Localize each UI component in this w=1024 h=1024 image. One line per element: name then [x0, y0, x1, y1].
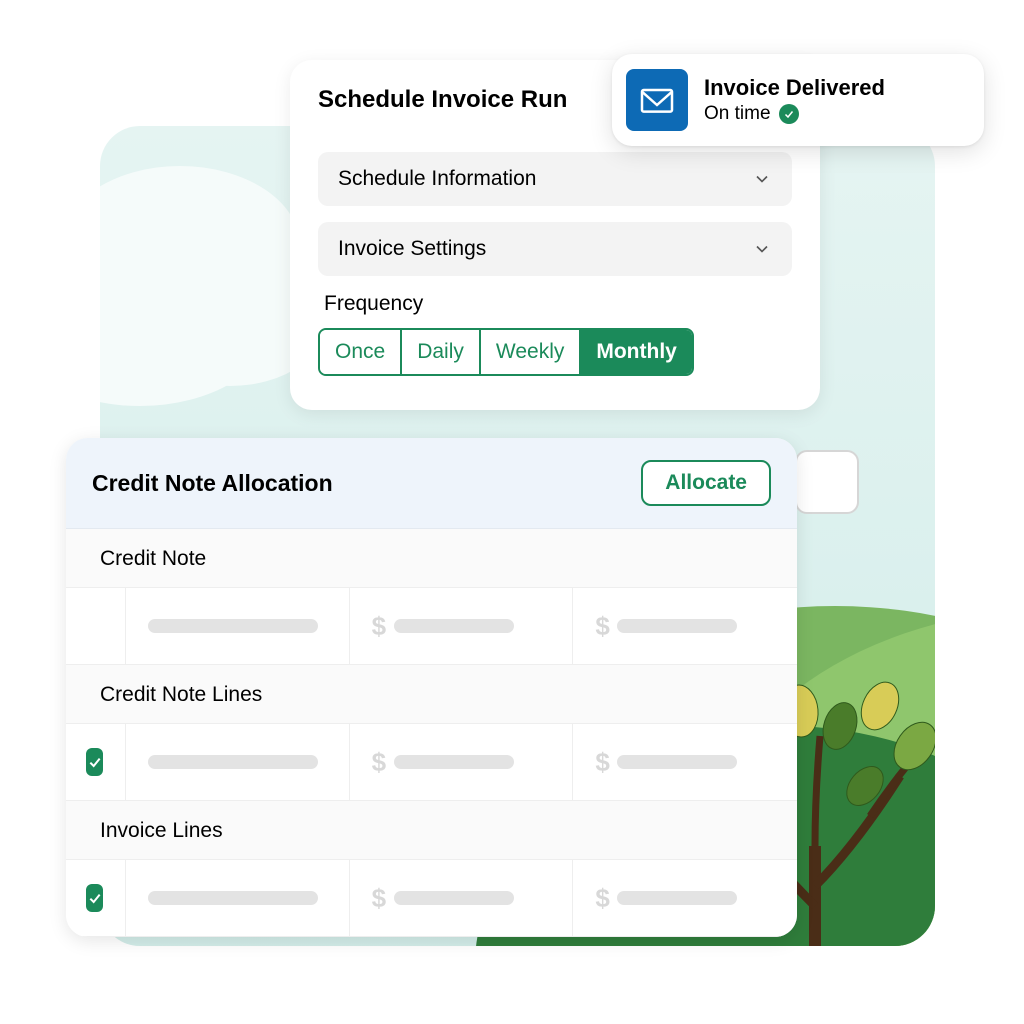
dollar-icon: $	[595, 615, 607, 637]
mail-icon	[626, 69, 688, 131]
row-lead-cell	[66, 588, 126, 664]
row-checkbox-cell[interactable]	[66, 724, 126, 800]
placeholder-cell	[126, 724, 350, 800]
credit-note-section: Credit Note $ $	[66, 529, 797, 665]
section-title: Credit Note	[66, 529, 797, 588]
toast-subtitle: On time	[704, 103, 771, 125]
placeholder-amount-cell: $	[350, 724, 574, 800]
partial-card-edge	[795, 450, 859, 514]
dollar-icon: $	[595, 887, 607, 909]
accordion-label: Invoice Settings	[338, 237, 486, 261]
accordion-label: Schedule Information	[338, 167, 536, 191]
section-title: Credit Note Lines	[66, 665, 797, 724]
check-icon	[779, 104, 799, 124]
placeholder-cell	[126, 588, 350, 664]
frequency-option-daily[interactable]: Daily	[402, 330, 481, 374]
chevron-down-icon	[752, 239, 772, 259]
allocation-header: Credit Note Allocation Allocate	[66, 438, 797, 529]
frequency-option-weekly[interactable]: Weekly	[481, 330, 581, 374]
checkbox-checked-icon	[86, 748, 103, 776]
placeholder-amount-cell: $	[350, 588, 574, 664]
frequency-option-monthly[interactable]: Monthly	[581, 330, 691, 374]
allocate-button[interactable]: Allocate	[641, 460, 771, 506]
invoice-lines-section: Invoice Lines $ $	[66, 801, 797, 937]
checkbox-checked-icon	[86, 884, 103, 912]
dollar-icon: $	[372, 615, 384, 637]
table-row: $ $	[66, 724, 797, 801]
schedule-information-accordion[interactable]: Schedule Information	[318, 152, 792, 206]
table-row: $ $	[66, 588, 797, 665]
dollar-icon: $	[372, 751, 384, 773]
placeholder-amount-cell: $	[573, 588, 797, 664]
allocation-title: Credit Note Allocation	[92, 470, 333, 497]
table-row: $ $	[66, 860, 797, 937]
dollar-icon: $	[595, 751, 607, 773]
dollar-icon: $	[372, 887, 384, 909]
credit-note-allocation-panel: Credit Note Allocation Allocate Credit N…	[66, 438, 797, 937]
placeholder-amount-cell: $	[573, 860, 797, 936]
credit-note-lines-section: Credit Note Lines $ $	[66, 665, 797, 801]
row-checkbox-cell[interactable]	[66, 860, 126, 936]
frequency-label: Frequency	[324, 292, 792, 316]
invoice-delivered-toast: Invoice Delivered On time	[612, 54, 984, 146]
placeholder-amount-cell: $	[350, 860, 574, 936]
placeholder-cell	[126, 860, 350, 936]
invoice-settings-accordion[interactable]: Invoice Settings	[318, 222, 792, 276]
section-title: Invoice Lines	[66, 801, 797, 860]
chevron-down-icon	[752, 169, 772, 189]
placeholder-amount-cell: $	[573, 724, 797, 800]
frequency-segmented-control: Once Daily Weekly Monthly	[318, 328, 694, 376]
toast-title: Invoice Delivered	[704, 75, 885, 101]
frequency-option-once[interactable]: Once	[320, 330, 402, 374]
